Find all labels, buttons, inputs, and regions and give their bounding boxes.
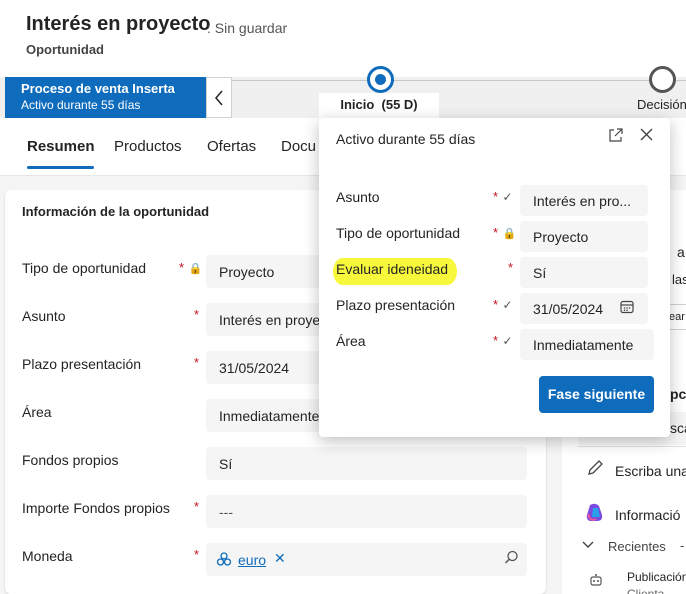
required-marker: * ✓ bbox=[493, 189, 513, 204]
save-status: : Sin guardar bbox=[207, 20, 288, 36]
next-stage-button[interactable]: Fase siguiente bbox=[539, 376, 654, 413]
check-icon: ✓ bbox=[502, 298, 513, 312]
right-text: las bbox=[672, 272, 686, 287]
flyout-asunto-field[interactable]: Interés en pro... bbox=[520, 185, 648, 216]
flyout-label-asunto: Asunto bbox=[336, 189, 380, 205]
bot-icon bbox=[589, 573, 603, 592]
active-tab-indicator bbox=[27, 166, 94, 169]
required-marker: * bbox=[194, 499, 200, 514]
page-title: Interés en proyecto bbox=[26, 13, 211, 35]
field-label-moneda: Moneda bbox=[22, 548, 73, 564]
check-icon: ✓ bbox=[502, 334, 513, 348]
stage-decision-label[interactable]: Decisión bbox=[637, 97, 686, 112]
fondos-propios-field[interactable]: Sí bbox=[206, 447, 527, 480]
field-label-tipo: Tipo de oportunidad bbox=[22, 260, 147, 276]
flyout-tipo-field[interactable]: Proyecto bbox=[520, 221, 648, 252]
close-icon[interactable] bbox=[639, 127, 654, 147]
entity-name: Oportunidad bbox=[26, 42, 104, 57]
tab-ofertas[interactable]: Ofertas bbox=[207, 138, 256, 155]
timeline-item-subtitle: Clienta bbox=[627, 587, 665, 594]
field-label-plazo: Plazo presentación bbox=[22, 356, 142, 372]
process-duration: Activo durante 55 días bbox=[21, 98, 141, 112]
calendar-icon[interactable] bbox=[620, 300, 634, 319]
tab-productos[interactable]: Productos bbox=[114, 138, 182, 155]
flyout-area-field[interactable]: Inmediatamente bbox=[520, 329, 654, 360]
currency-icon bbox=[216, 551, 232, 572]
required-marker: * bbox=[194, 307, 200, 322]
required-marker: * ✓ bbox=[493, 297, 513, 312]
flyout-header: Activo durante 55 días bbox=[336, 131, 476, 147]
flyout-evaluar-field[interactable]: Sí bbox=[520, 257, 648, 288]
copilot-label[interactable]: Informació bbox=[615, 507, 680, 523]
timeline-item-title: Publicación bbox=[627, 570, 686, 584]
recent-dash: - bbox=[680, 538, 685, 553]
process-name: Proceso de venta Inserta bbox=[21, 81, 175, 96]
tab-documentos[interactable]: Docu bbox=[281, 138, 316, 155]
required-marker: * bbox=[194, 355, 200, 370]
recent-filter[interactable]: Recientes bbox=[608, 539, 666, 554]
lock-icon: 🔒 bbox=[502, 228, 517, 240]
field-label-area: Área bbox=[22, 404, 52, 420]
required-marker: * bbox=[508, 260, 514, 275]
chevron-left-icon bbox=[215, 90, 223, 105]
stage-inicio-label[interactable]: Inicio (55 D) bbox=[319, 93, 439, 118]
tab-resumen[interactable]: Resumen bbox=[27, 138, 95, 155]
flyout-label-evaluar: Evaluar ideneidad bbox=[336, 261, 449, 277]
field-label-asunto: Asunto bbox=[22, 308, 66, 324]
divider bbox=[578, 446, 686, 447]
right-text: a bbox=[677, 244, 685, 260]
required-marker: * bbox=[194, 547, 200, 562]
remove-icon[interactable]: ✕ bbox=[274, 550, 286, 567]
right-text: pc bbox=[670, 386, 686, 402]
importe-field[interactable]: --- bbox=[206, 495, 527, 528]
active-stage-dot bbox=[375, 74, 386, 85]
flyout-label-tipo: Tipo de oportunidad bbox=[336, 225, 461, 241]
process-card[interactable]: Proceso de venta Inserta Activo durante … bbox=[5, 77, 206, 118]
field-label-fondos: Fondos propios bbox=[22, 452, 119, 468]
right-text: sca bbox=[670, 420, 686, 436]
chevron-down-icon[interactable] bbox=[582, 538, 594, 552]
process-line bbox=[232, 80, 686, 81]
note-input-label[interactable]: Escriba una bbox=[615, 463, 686, 479]
check-icon: ✓ bbox=[502, 190, 513, 204]
currency-link[interactable]: euro bbox=[238, 552, 266, 568]
field-label-importe: Importe Fondos propios bbox=[22, 500, 170, 516]
required-marker: * 🔒 bbox=[179, 260, 203, 275]
flyout-label-area: Área bbox=[336, 333, 366, 349]
flyout-label-plazo: Plazo presentación bbox=[336, 297, 456, 313]
copilot-icon[interactable] bbox=[584, 502, 606, 529]
lock-icon: 🔒 bbox=[188, 263, 203, 275]
section-title: Información de la oportunidad bbox=[22, 204, 210, 219]
pencil-icon[interactable] bbox=[587, 459, 604, 481]
search-icon[interactable] bbox=[504, 550, 519, 570]
required-marker: * 🔒 bbox=[493, 225, 517, 240]
required-marker: * ✓ bbox=[493, 333, 513, 348]
expand-icon[interactable] bbox=[608, 127, 624, 148]
stage-decision-indicator[interactable] bbox=[649, 66, 676, 93]
collapse-process-button[interactable] bbox=[206, 77, 232, 118]
